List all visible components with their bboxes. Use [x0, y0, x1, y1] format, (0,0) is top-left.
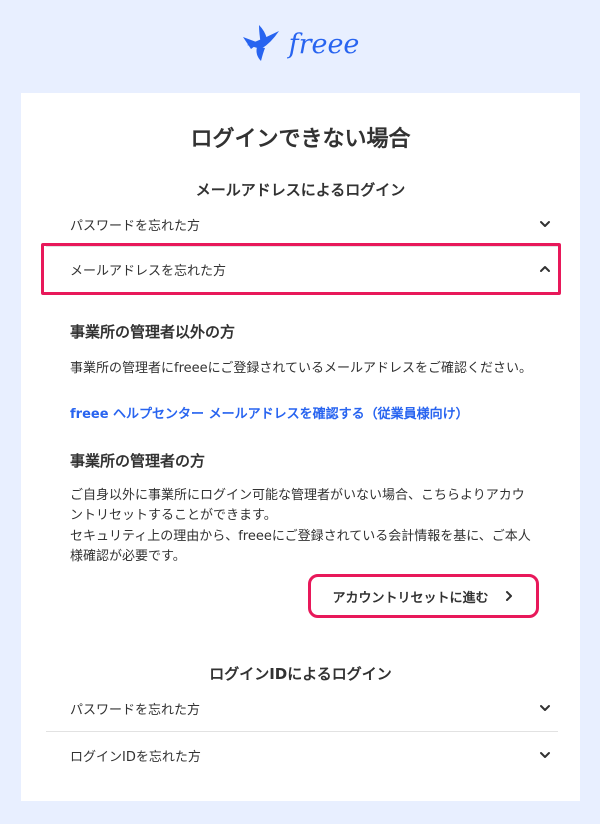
forgot-email-row[interactable]: メールアドレスを忘れた方 [41, 243, 561, 295]
chevron-down-icon [540, 705, 550, 711]
row-label: パスワードを忘れた方 [70, 218, 201, 234]
login-id-heading: ログインIDによるログイン [209, 665, 392, 683]
login-help-card: ログインできない場合 メールアドレスによるログイン パスワードを忘れた方 メール… [21, 93, 580, 801]
page-title: ログインできない場合 [190, 127, 411, 152]
admin-text-security: セキュリティ上の理由から、freeeにご登録されている会計情報を基に、ご本人様確… [70, 529, 531, 564]
admin-text: ご自身以外に事業所にログイン可能な管理者がいない場合、こちらよりアカウントリセッ… [70, 488, 525, 523]
forgot-login-id-row[interactable]: ログインIDを忘れた方 [46, 733, 558, 777]
email-login-heading: メールアドレスによるログイン [195, 181, 406, 199]
chevron-up-icon [540, 266, 550, 272]
divider [46, 731, 558, 732]
forgot-password-id-row[interactable]: パスワードを忘れた方 [46, 686, 558, 730]
admin-heading: 事業所の管理者の方 [70, 452, 206, 470]
row-label: パスワードを忘れた方 [70, 702, 201, 718]
forgot-password-email-row[interactable]: パスワードを忘れた方 [46, 202, 558, 246]
freee-bird-icon [242, 25, 279, 61]
row-label: ログインIDを忘れた方 [70, 749, 201, 765]
help-center-link[interactable]: freee ヘルプセンター メールアドレスを確認する（従業員様向け） [70, 403, 469, 422]
chevron-down-icon [540, 221, 550, 227]
account-reset-button[interactable]: アカウントリセットに進む [308, 574, 539, 618]
non-admin-heading: 事業所の管理者以外の方 [70, 323, 236, 341]
chevron-right-icon [505, 591, 512, 601]
logo-text: freee [288, 28, 360, 60]
freee-logo: freee [0, 18, 600, 68]
row-label: メールアドレスを忘れた方 [70, 263, 227, 279]
button-label: アカウントリセットに進む [332, 590, 489, 606]
non-admin-text: 事業所の管理者にfreeeにご登録されているメールアドレスをご確認ください。 [70, 361, 532, 376]
chevron-down-icon [540, 752, 550, 758]
